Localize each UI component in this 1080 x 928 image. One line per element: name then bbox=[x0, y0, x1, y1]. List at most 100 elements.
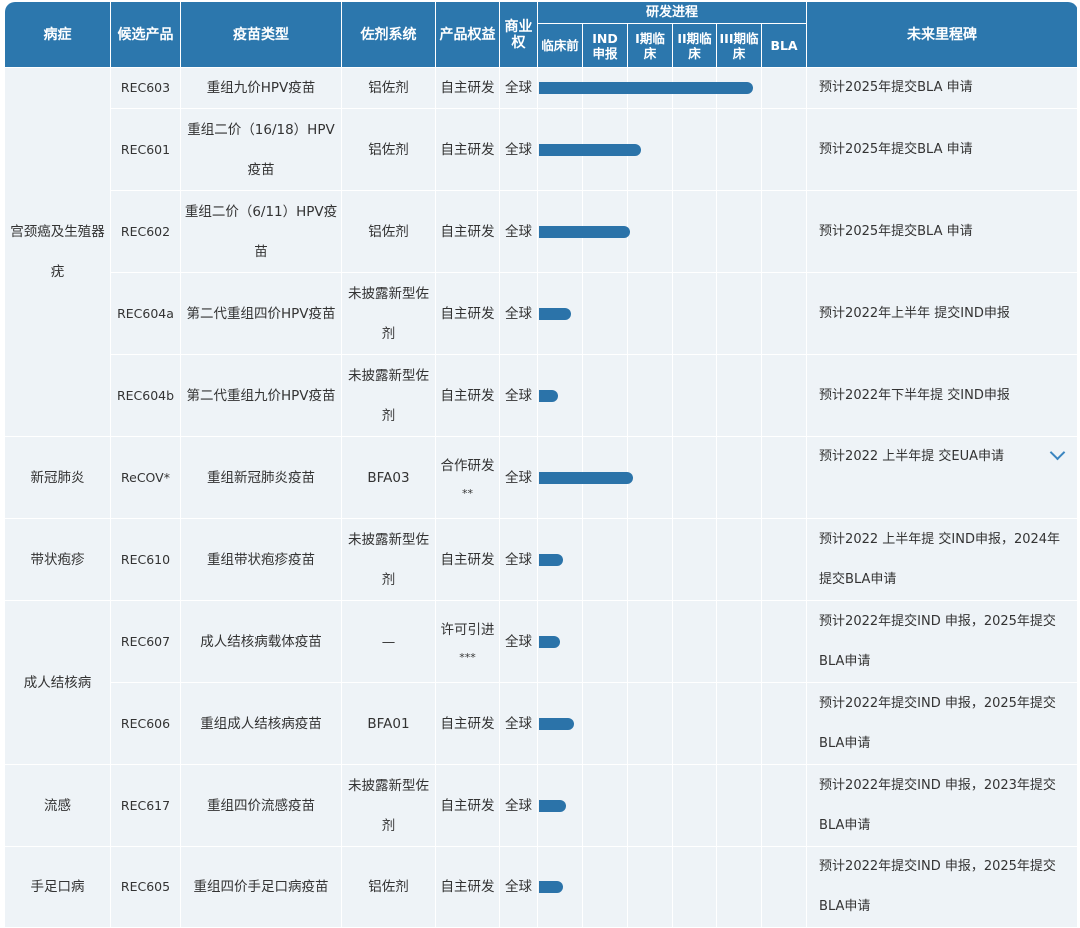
candidate-cell: REC601 bbox=[110, 108, 181, 191]
milestone-cell: 预计2022年提交IND 申报，2025年提交 BLA申请 bbox=[806, 600, 1079, 683]
indication-cell: 带状疱疹 bbox=[4, 518, 111, 601]
milestone-cell: 预计2025年提交BLA 申请 bbox=[806, 190, 1079, 273]
commercial-cell: 全球 bbox=[499, 108, 538, 191]
adjuvant-cell: 铝佐剂 bbox=[341, 190, 436, 273]
progress-cell bbox=[536, 272, 808, 355]
header-stage-ind: IND申报 bbox=[582, 23, 628, 68]
indication-cell: 手足口病 bbox=[4, 846, 111, 928]
header-progress: 研发进程 bbox=[536, 1, 808, 24]
indication-cell: 新冠肺炎 bbox=[4, 436, 111, 519]
progress-bar bbox=[539, 389, 558, 402]
pipeline-table: 病症 候选产品 疫苗类型 佐剂系统 产品权益 商业权 研发进程 未来里程碑 临床… bbox=[4, 1, 1079, 928]
pipeline-table-container: 病症 候选产品 疫苗类型 佐剂系统 产品权益 商业权 研发进程 未来里程碑 临床… bbox=[0, 0, 1080, 928]
vaccine-type-cell: 重组新冠肺炎疫苗 bbox=[180, 436, 342, 519]
milestone-cell: 预计2022年提交IND 申报，2025年提交 BLA申请 bbox=[806, 682, 1079, 765]
milestone-cell: 预计2022年上半年 提交IND申报 bbox=[806, 272, 1079, 355]
progress-cell bbox=[536, 682, 808, 765]
candidate-cell: REC605 bbox=[110, 846, 181, 928]
header-indication: 病症 bbox=[4, 1, 111, 68]
rights-cell: 自主研发 bbox=[435, 190, 500, 273]
rights-footnote: ** bbox=[462, 486, 473, 500]
milestone-cell: 预计2022 上半年提 交IND申报，2024年 提交BLA申请 bbox=[806, 518, 1079, 601]
header-candidate: 候选产品 bbox=[110, 1, 181, 68]
rights-label: 合作研发 bbox=[440, 457, 495, 474]
commercial-cell: 全球 bbox=[499, 190, 538, 273]
header-stage-preclinical: 临床前 bbox=[537, 23, 583, 68]
rights-cell: 许可引进 *** bbox=[435, 600, 500, 683]
progress-bar bbox=[539, 881, 564, 893]
header-stage-phase3: III期临床 bbox=[716, 23, 762, 68]
progress-cell bbox=[536, 436, 808, 519]
milestone-text: 预计2022 上半年提 交EUA申请 bbox=[819, 449, 1005, 464]
candidate-cell: REC607 bbox=[110, 600, 181, 683]
rights-footnote: *** bbox=[459, 650, 476, 664]
progress-cell bbox=[536, 518, 808, 601]
adjuvant-cell: — bbox=[341, 600, 436, 683]
progress-bar bbox=[539, 225, 631, 238]
adjuvant-cell: 未披露新型佐剂 bbox=[341, 272, 436, 355]
vaccine-type-cell: 第二代重组四价HPV疫苗 bbox=[180, 272, 342, 355]
progress-bar bbox=[539, 307, 572, 320]
adjuvant-cell: 铝佐剂 bbox=[341, 846, 436, 928]
rights-cell: 自主研发 bbox=[435, 354, 500, 437]
progress-bar bbox=[539, 635, 561, 648]
adjuvant-cell: BFA01 bbox=[341, 682, 436, 765]
progress-bar bbox=[539, 799, 566, 812]
vaccine-type-cell: 重组九价HPV疫苗 bbox=[180, 67, 342, 109]
commercial-cell: 全球 bbox=[499, 67, 538, 109]
commercial-cell: 全球 bbox=[499, 518, 538, 601]
milestone-cell: 预计2025年提交BLA 申请 bbox=[806, 108, 1079, 191]
candidate-cell: ReCOV* bbox=[110, 436, 181, 519]
vaccine-type-cell: 重组四价流感疫苗 bbox=[180, 764, 342, 847]
rights-cell: 自主研发 bbox=[435, 682, 500, 765]
indication-cell: 成人结核病 bbox=[4, 600, 111, 765]
adjuvant-cell: 铝佐剂 bbox=[341, 67, 436, 109]
progress-bar bbox=[539, 717, 574, 730]
adjuvant-cell: 未披露新型佐剂 bbox=[341, 354, 436, 437]
rights-cell: 自主研发 bbox=[435, 764, 500, 847]
milestone-cell: 预计2022年下半年提 交IND申报 bbox=[806, 354, 1079, 437]
header-stage-phase1: I期临床 bbox=[627, 23, 673, 68]
commercial-cell: 全球 bbox=[499, 272, 538, 355]
commercial-cell: 全球 bbox=[499, 436, 538, 519]
milestone-cell: 预计2025年提交BLA 申请 bbox=[806, 67, 1079, 109]
header-adjuvant: 佐剂系统 bbox=[341, 1, 436, 68]
progress-bar bbox=[539, 82, 754, 94]
progress-bar bbox=[539, 143, 641, 156]
rights-cell: 合作研发 ** bbox=[435, 436, 500, 519]
rights-label: 许可引进 bbox=[440, 621, 495, 638]
vaccine-type-cell: 重组二价（6/11）HPV疫苗 bbox=[180, 190, 342, 273]
indication-cell: 流感 bbox=[4, 764, 111, 847]
progress-cell bbox=[536, 354, 808, 437]
header-stage-phase2: II期临床 bbox=[672, 23, 717, 68]
vaccine-type-cell: 重组成人结核病疫苗 bbox=[180, 682, 342, 765]
adjuvant-cell: 铝佐剂 bbox=[341, 108, 436, 191]
milestone-cell: 预计2022 上半年提 交EUA申请 bbox=[806, 436, 1079, 519]
candidate-cell: REC606 bbox=[110, 682, 181, 765]
progress-bar bbox=[539, 553, 564, 566]
vaccine-type-cell: 重组带状疱疹疫苗 bbox=[180, 518, 342, 601]
adjuvant-cell: BFA03 bbox=[341, 436, 436, 519]
milestone-cell: 预计2022年提交IND 申报，2023年提交 BLA申请 bbox=[806, 764, 1079, 847]
rights-cell: 自主研发 bbox=[435, 846, 500, 928]
adjuvant-cell: 未披露新型佐剂 bbox=[341, 518, 436, 601]
header-rights: 产品权益 bbox=[435, 1, 500, 68]
commercial-cell: 全球 bbox=[499, 354, 538, 437]
commercial-cell: 全球 bbox=[499, 846, 538, 928]
rights-cell: 自主研发 bbox=[435, 108, 500, 191]
adjuvant-cell: 未披露新型佐剂 bbox=[341, 764, 436, 847]
chevron-down-icon[interactable] bbox=[1049, 444, 1066, 461]
progress-cell bbox=[536, 600, 808, 683]
commercial-cell: 全球 bbox=[499, 600, 538, 683]
header-milestone: 未来里程碑 bbox=[806, 1, 1079, 68]
progress-cell bbox=[536, 190, 808, 273]
candidate-cell: REC603 bbox=[110, 67, 181, 109]
header-stage-bla: BLA bbox=[760, 23, 808, 68]
indication-cell: 宫颈癌及生殖器疣 bbox=[4, 67, 111, 437]
progress-cell bbox=[536, 67, 808, 109]
commercial-cell: 全球 bbox=[499, 764, 538, 847]
vaccine-type-cell: 重组二价（16/18）HPV疫苗 bbox=[180, 108, 342, 191]
candidate-cell: REC602 bbox=[110, 190, 181, 273]
header-commercial: 商业权 bbox=[499, 1, 538, 68]
rights-cell: 自主研发 bbox=[435, 272, 500, 355]
